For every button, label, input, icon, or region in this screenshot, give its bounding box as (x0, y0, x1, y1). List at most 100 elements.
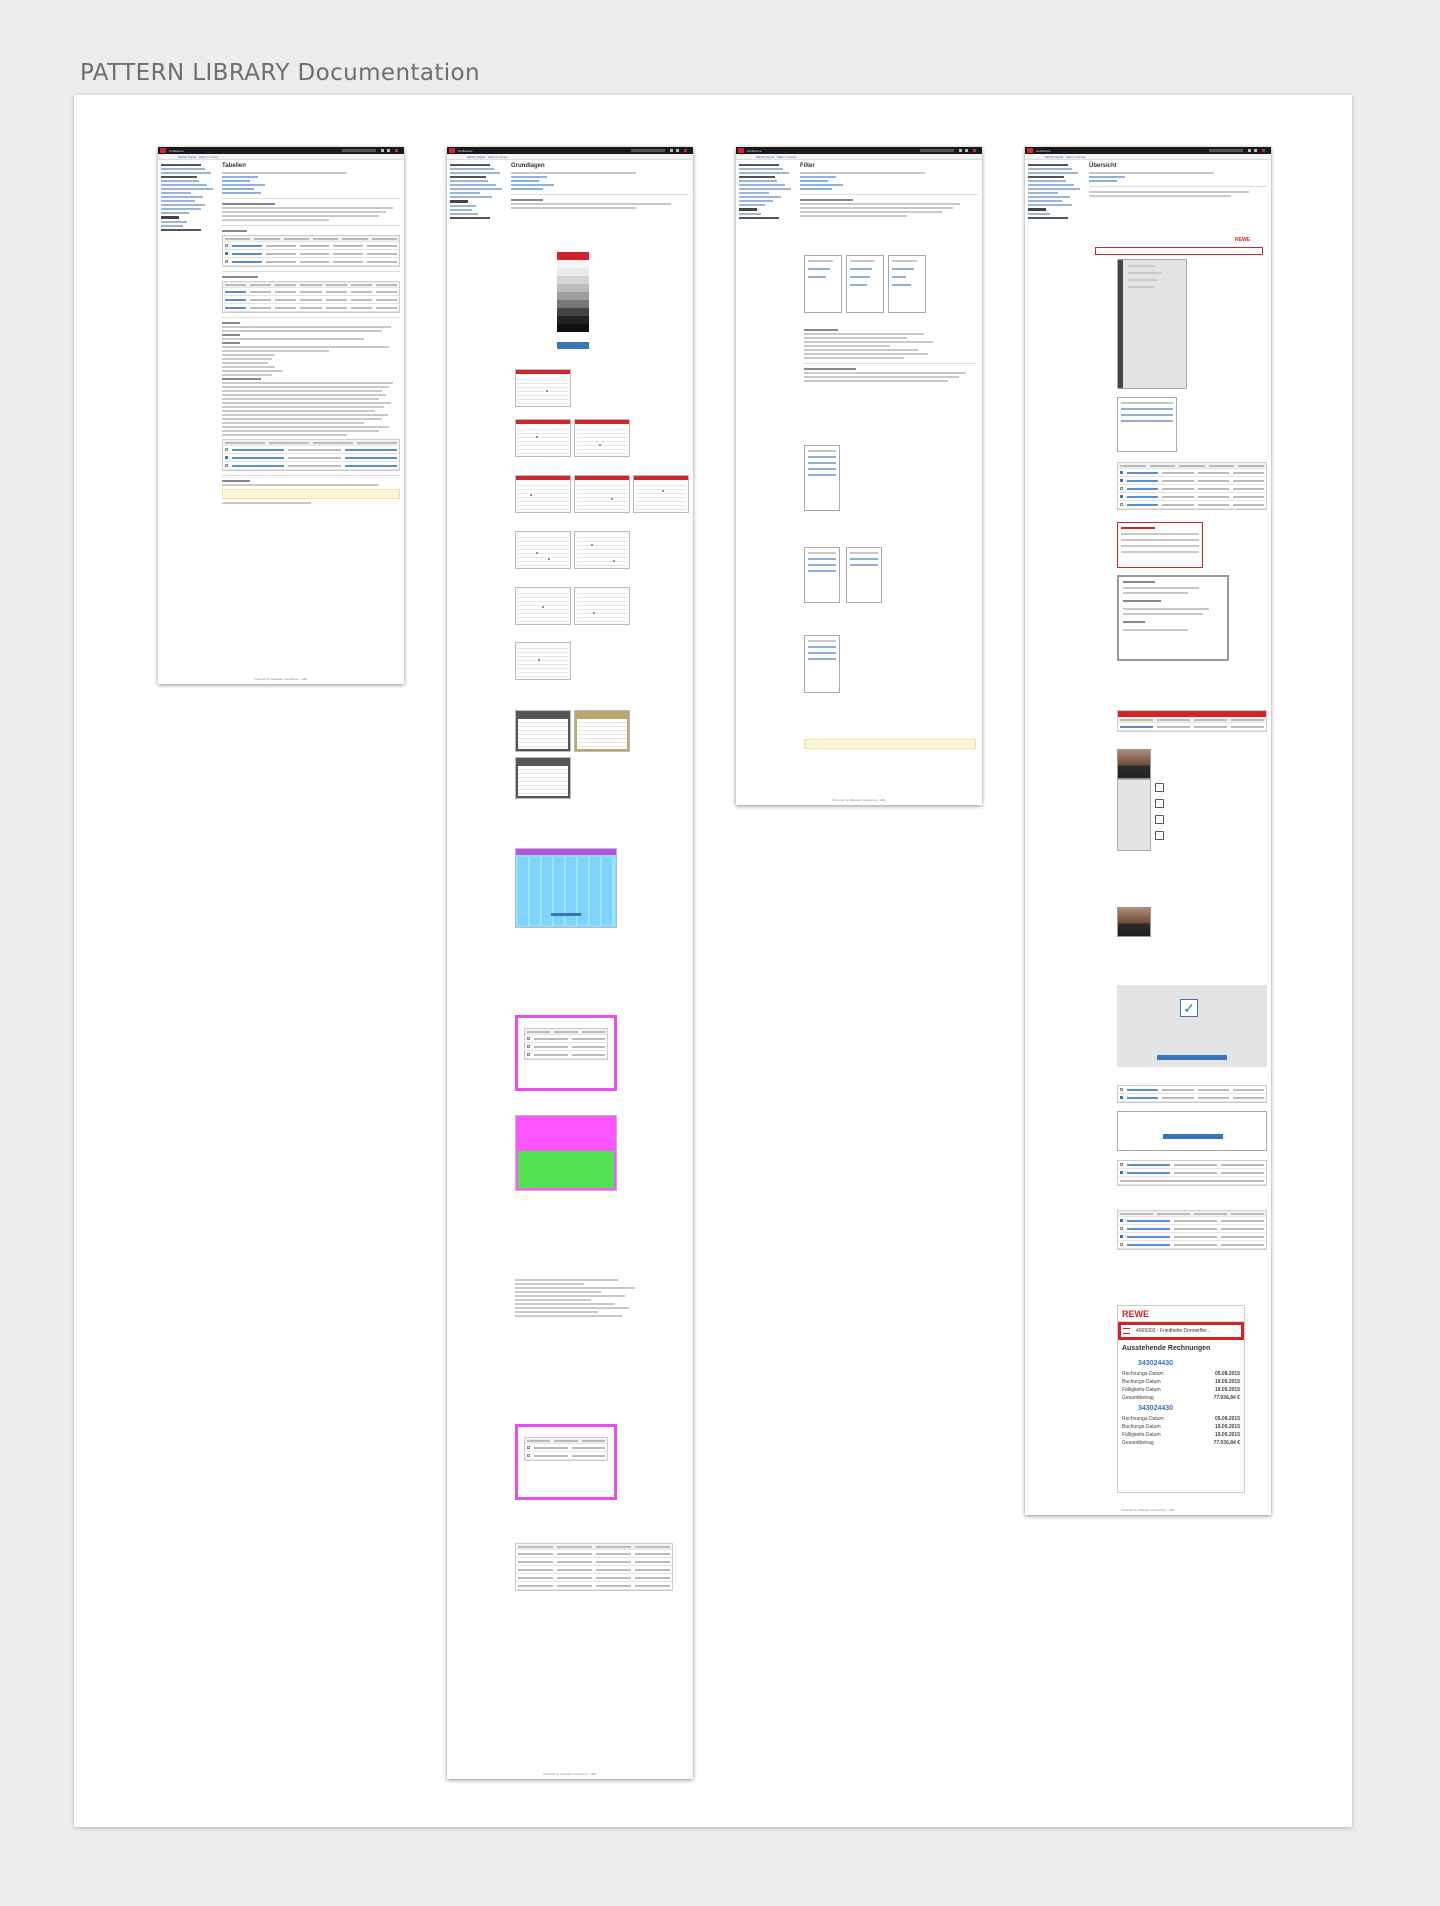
filter-list-mock (804, 635, 840, 693)
invoice-number: 343024430 (1138, 1405, 1174, 1412)
invoice-number: 343024430 (1138, 1360, 1174, 1367)
doc-title: Grundlagen (511, 163, 545, 169)
thumb-sidebar (450, 164, 508, 219)
customer-label: 4065003 - Friedhelm Donnerfler... (1136, 1328, 1211, 1334)
notification-icon (387, 149, 390, 152)
example-table (222, 235, 400, 267)
layout-zones-screenshot (515, 1115, 617, 1191)
table-mock (1117, 462, 1267, 510)
thumb-breadcrumb: REWE Digital · Pattern Library (1025, 154, 1271, 160)
doc-thumbnail-grundlagen[interactable]: confluence REWE Digital · Pattern Librar… (447, 147, 693, 1779)
thumb-breadcrumb: REWE Digital · Pattern Library (447, 154, 693, 160)
search-input (342, 149, 376, 152)
breadcrumb: REWE Digital · Pattern Library (1045, 155, 1086, 159)
thumb-sidebar (1028, 164, 1086, 219)
user-photo (1117, 907, 1151, 937)
avatar (973, 149, 976, 152)
breadcrumb: REWE Digital · Pattern Library (178, 155, 219, 159)
avatar (684, 149, 687, 152)
rewe-logo: REWE (1122, 1309, 1149, 1319)
calendar-screenshot (515, 369, 571, 407)
mobile-header: REWE (1118, 1306, 1244, 1322)
help-icon (959, 149, 962, 152)
table-screenshot (515, 710, 571, 752)
thumb-sidebar (739, 164, 797, 219)
thumb-content: Filter (800, 162, 978, 219)
calendar-screenshot (515, 475, 571, 513)
customer-bar: 4065003 - Friedhelm Donnerfler... (1118, 1322, 1244, 1340)
thumb-sidebar (161, 164, 219, 231)
header-bar-mock (1095, 247, 1263, 255)
thumb-topbar: confluence (158, 147, 404, 154)
calculator-icon (1155, 831, 1164, 840)
avatar (395, 149, 398, 152)
link-color-swatch (557, 342, 589, 349)
calculator-icon (1155, 815, 1164, 824)
spacing-screenshot-2 (515, 1424, 617, 1500)
grid-layout-screenshot (515, 848, 617, 928)
thumb-content: Tabellen (222, 162, 400, 506)
notification-icon (965, 149, 968, 152)
filter-dropdown-mock (888, 255, 926, 313)
color-swatches (557, 252, 589, 337)
breadcrumb: REWE Digital · Pattern Library (467, 155, 508, 159)
filter-list-mock (804, 547, 840, 603)
thumb-content: Übersicht (1089, 162, 1267, 199)
help-icon (1248, 149, 1251, 152)
calculator-icon (1155, 783, 1164, 792)
table-screenshot (574, 710, 630, 752)
confirmation-mock: ✓ (1117, 985, 1267, 1067)
example-table-2 (222, 281, 400, 313)
topbar-label: confluence (747, 149, 762, 153)
thumb-breadcrumb: REWE Digital · Pattern Library (158, 154, 404, 160)
section-title: Ausstehende Rechnungen (1122, 1345, 1211, 1352)
breadcrumb: REWE Digital · Pattern Library (756, 155, 797, 159)
thumb-breadcrumb: REWE Digital · Pattern Library (736, 154, 982, 160)
help-icon (381, 149, 384, 152)
filter-list-mock (846, 547, 882, 603)
doc-title: Übersicht (1089, 163, 1117, 169)
calendar-screenshot (515, 587, 571, 625)
reference-table (515, 1543, 673, 1591)
calendar-screenshot (574, 587, 630, 625)
filter-dropdown-mock (804, 255, 842, 313)
avatar (1262, 149, 1265, 152)
thumb-footer: Powered by Atlassian Confluence · Hilfe (543, 1772, 597, 1776)
search-input (920, 149, 954, 152)
help-icon (670, 149, 673, 152)
filter-dropdown-mock (846, 255, 884, 313)
thumb-content: Grundlagen (511, 162, 689, 211)
thumb-topbar: confluence (1025, 147, 1271, 154)
doc-thumbnail-filter[interactable]: confluence REWE Digital · Pattern Librar… (736, 147, 982, 805)
menu-mock (1117, 259, 1187, 389)
thumb-topbar: confluence (736, 147, 982, 154)
calendar-screenshot (633, 475, 689, 513)
logo-icon (738, 148, 744, 153)
calculator-icon (1155, 799, 1164, 808)
dropdown-mock (1117, 397, 1177, 452)
loading-mock (1117, 1111, 1267, 1151)
user-photo (1117, 749, 1151, 779)
calendar-screenshot (574, 419, 630, 457)
topbar-label: confluence (1036, 149, 1051, 153)
notification-icon (676, 149, 679, 152)
filter-list-mock (804, 445, 840, 511)
image-strip (1117, 779, 1151, 851)
page-title: PATTERN LIBRARY Documentation (80, 60, 481, 86)
logo-icon (449, 148, 455, 153)
thumb-footer: Powered by Atlassian Confluence · Hilfe (254, 677, 308, 681)
doc-thumbnail-uebersicht[interactable]: confluence REWE Digital · Pattern Librar… (1025, 147, 1271, 1515)
calendar-screenshot (515, 531, 571, 569)
mobile-app-screenshot: REWE 4065003 - Friedhelm Donnerfler... A… (1117, 1305, 1245, 1493)
menu-icon (1123, 1328, 1130, 1334)
thumb-topbar: confluence (447, 147, 693, 154)
logo-icon (160, 148, 166, 153)
table-mock-4 (1117, 1160, 1267, 1186)
dialog-mock (1117, 575, 1229, 661)
logo-icon (1027, 148, 1033, 153)
table-mock-5 (1117, 1210, 1267, 1250)
doc-title: Tabellen (222, 163, 246, 169)
thumb-footer: Powered by Atlassian Confluence · Hilfe (1121, 1508, 1175, 1512)
doc-thumbnail-tabellen[interactable]: confluence REWE Digital · Pattern Librar… (158, 147, 404, 684)
table-screenshot (515, 757, 571, 799)
